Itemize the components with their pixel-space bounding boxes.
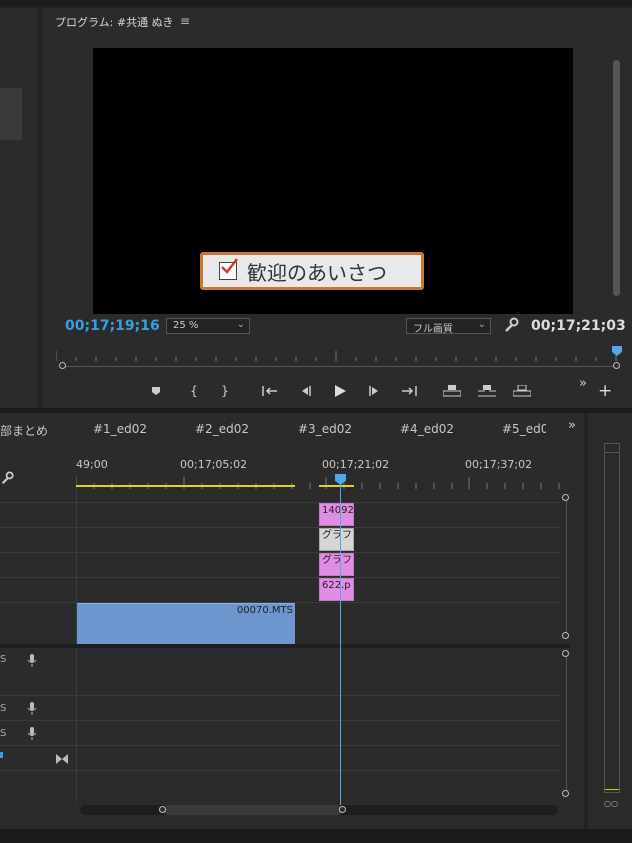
program-video-frame[interactable]: 歓迎のあいさつ <box>93 48 573 314</box>
step-back-icon[interactable] <box>295 382 315 400</box>
caption-box: 歓迎のあいさつ <box>200 252 424 290</box>
track-separator <box>0 527 560 528</box>
tab-summary[interactable]: 部まとめ <box>0 422 48 439</box>
timeline-wrench-icon[interactable] <box>0 470 14 489</box>
ruler-label: 00;17;05;02 <box>180 458 248 471</box>
tab-3-ed02[interactable]: #3_ed02 <box>298 422 352 436</box>
go-to-in-icon[interactable] <box>260 382 280 400</box>
clip-video-label: 00070.MTS <box>236 605 293 616</box>
audio-scrollbar[interactable] <box>566 654 567 794</box>
more-tabs-button[interactable]: » <box>568 418 576 433</box>
checkbox-icon <box>219 258 238 280</box>
hamburger-icon[interactable]: ≡ <box>180 14 190 28</box>
clip-video-main[interactable]: 00070.MTS <box>77 603 295 644</box>
marker-icon[interactable] <box>146 382 166 400</box>
scroll-handle[interactable] <box>562 790 569 797</box>
current-timecode[interactable]: 00;17;19;16 <box>65 318 160 334</box>
caption-text: 歓迎のあいさつ <box>247 260 387 285</box>
solo-buttons[interactable]: ○○ <box>604 799 618 808</box>
zoom-handle-left[interactable] <box>59 362 66 369</box>
track-separator <box>0 552 560 553</box>
work-area-bar[interactable] <box>76 485 295 487</box>
export-frame-icon[interactable] <box>512 382 532 400</box>
audio-solo-label[interactable]: S <box>0 728 6 739</box>
ruler-label: 00;17;21;02 <box>322 458 390 471</box>
track-separator <box>0 695 560 696</box>
audio-meter-panel: ○○ <box>588 413 632 829</box>
wrench-icon[interactable] <box>503 317 519 337</box>
clip-v1[interactable]: 622.p <box>319 578 354 601</box>
track-separator <box>0 502 560 503</box>
track-separator <box>0 745 560 746</box>
chevron-down-icon: ⌄ <box>477 319 486 330</box>
chevron-down-icon: ⌄ <box>236 319 245 330</box>
source-panel <box>0 8 38 408</box>
lift-icon[interactable] <box>442 382 462 400</box>
more-controls-button[interactable]: » <box>579 376 587 391</box>
scroll-handle[interactable] <box>339 806 346 813</box>
top-border <box>0 0 632 6</box>
quality-value: フル画質 <box>413 324 453 335</box>
clip-v3[interactable]: グラフ <box>319 528 354 551</box>
scroll-handle[interactable] <box>562 650 569 657</box>
video-scrollbar[interactable] <box>566 498 567 638</box>
timeline-horizontal-scrollbar[interactable] <box>80 805 558 815</box>
monitor-time-ruler[interactable] <box>55 346 622 361</box>
bottom-border <box>0 829 632 843</box>
scroll-handle[interactable] <box>159 806 166 813</box>
track-separator <box>0 577 560 578</box>
track-separator <box>0 770 560 771</box>
clip-v4[interactable]: 14092 <box>319 503 354 526</box>
scroll-handle[interactable] <box>562 494 569 501</box>
play-icon[interactable] <box>330 382 350 400</box>
scroll-handle[interactable] <box>562 632 569 639</box>
duration-timecode: 00;17;21;03 <box>531 318 626 334</box>
audio-meter <box>604 443 620 793</box>
tab-2-ed02[interactable]: #2_ed02 <box>195 422 249 436</box>
quality-dropdown[interactable]: フル画質 ⌄ <box>406 318 491 335</box>
master-track-icon[interactable] <box>56 749 68 768</box>
track-separator <box>0 720 560 721</box>
go-to-out-icon[interactable] <box>399 382 419 400</box>
timeline-playhead-line[interactable] <box>340 480 341 810</box>
add-button[interactable]: + <box>598 381 612 401</box>
zoom-dropdown[interactable]: 25 % ⌄ <box>166 318 250 334</box>
audio-solo-label[interactable]: S <box>0 703 6 714</box>
step-forward-icon[interactable] <box>365 382 385 400</box>
microphone-icon[interactable] <box>27 726 37 745</box>
microphone-icon[interactable] <box>27 653 37 672</box>
clip-v2[interactable]: グラフ <box>319 553 354 576</box>
program-monitor-title[interactable]: プログラム: #共通 ぬき <box>55 14 173 30</box>
mark-in-icon[interactable]: { <box>184 382 204 400</box>
ruler-label: 00;17;37;02 <box>465 458 533 471</box>
microphone-icon[interactable] <box>27 701 37 720</box>
extract-icon[interactable] <box>477 382 497 400</box>
video-audio-divider <box>0 644 570 648</box>
monitor-scrollbar[interactable] <box>613 60 620 296</box>
scrollbar-thumb[interactable] <box>163 805 343 815</box>
tab-4-ed02[interactable]: #4_ed02 <box>400 422 454 436</box>
tab-1-ed02[interactable]: #1_ed02 <box>93 422 147 436</box>
audio-solo-label[interactable]: S <box>0 654 6 665</box>
source-panel-thumbnail <box>0 88 22 140</box>
master-indicator <box>0 752 3 758</box>
work-area-bar[interactable] <box>319 485 354 487</box>
tab-5-ed02[interactable]: #5_ed0 <box>502 422 546 436</box>
mark-out-icon[interactable]: } <box>215 382 235 400</box>
zoom-value: 25 % <box>173 320 199 331</box>
ruler-label: 49;00 <box>76 458 108 471</box>
monitor-zoom-bar[interactable] <box>62 366 618 367</box>
zoom-handle-right[interactable] <box>613 362 620 369</box>
